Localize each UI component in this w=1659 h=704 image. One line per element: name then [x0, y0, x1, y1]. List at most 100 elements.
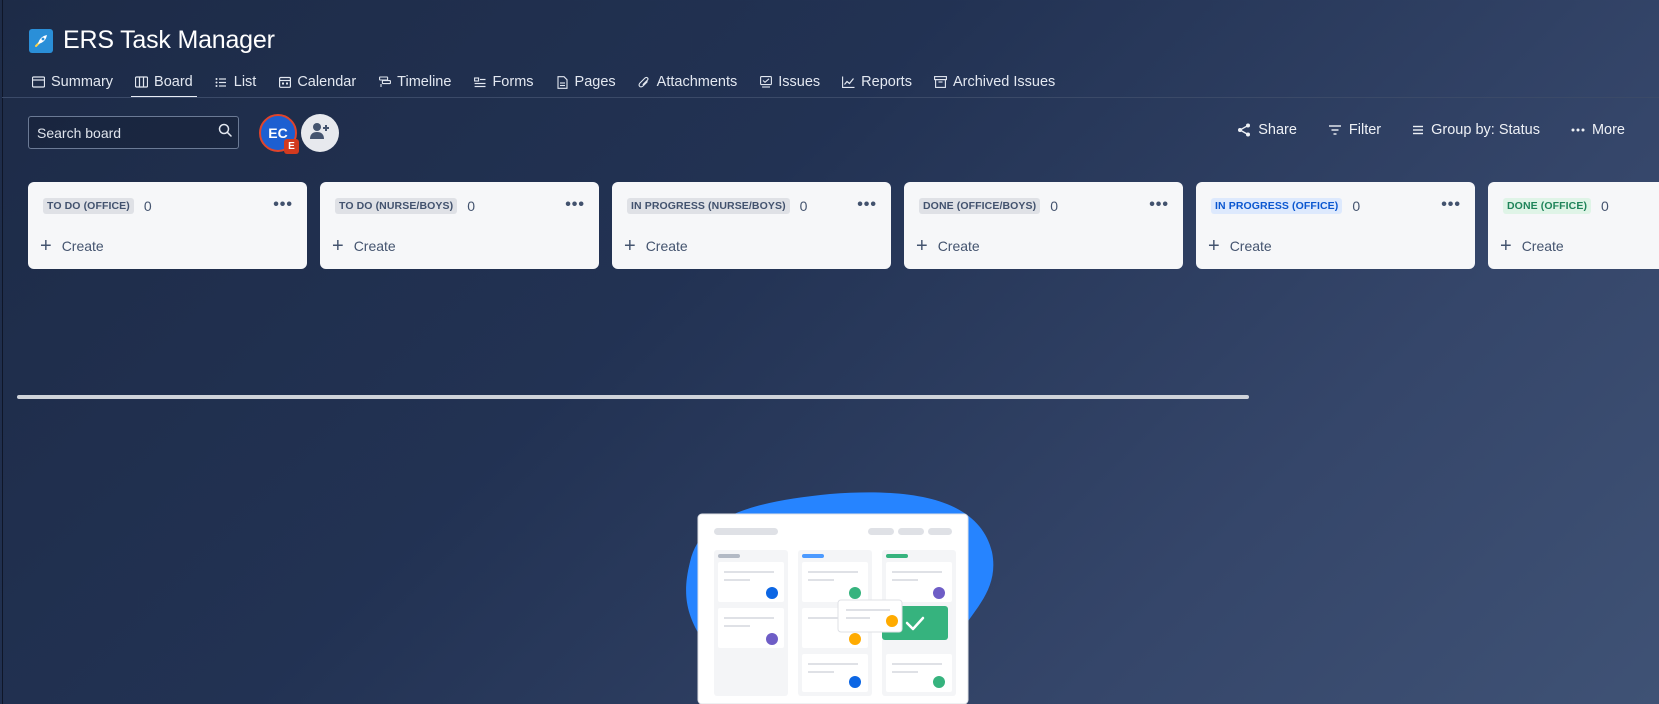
status-lozenge: IN PROGRESS (OFFICE) — [1211, 198, 1343, 214]
column-more-icon[interactable]: ••• — [1149, 196, 1169, 214]
create-label: Create — [1229, 238, 1272, 254]
create-issue-button[interactable]: + Create — [624, 235, 688, 257]
plus-icon: + — [916, 235, 928, 257]
plus-icon: + — [624, 235, 636, 257]
more-icon — [1571, 128, 1585, 132]
create-label: Create — [937, 238, 980, 254]
issues-icon — [759, 76, 772, 89]
status-lozenge: TO DO (NURSE/BOYS) — [335, 198, 458, 214]
list-icon — [215, 76, 228, 89]
more-button[interactable]: More — [1571, 122, 1625, 138]
board-column[interactable]: TO DO (OFFICE) 0 ••• + Create — [28, 182, 307, 269]
column-count: 0 — [1352, 198, 1361, 214]
search-box[interactable] — [28, 116, 239, 149]
tab-label: Summary — [51, 74, 114, 90]
tab-label: List — [233, 74, 257, 90]
tab-summary[interactable]: Summary — [32, 70, 113, 94]
tab-label: Reports — [861, 74, 912, 90]
tab-board[interactable]: Board — [131, 70, 197, 98]
create-issue-button[interactable]: + Create — [916, 235, 980, 257]
board-column[interactable]: DONE (OFFICE/BOYS) 0 ••• + Create — [904, 182, 1183, 269]
column-count: 0 — [467, 198, 475, 214]
column-count: 0 — [143, 198, 152, 214]
pages-icon — [556, 75, 569, 89]
board-icon — [135, 76, 149, 89]
share-label: Share — [1258, 122, 1297, 138]
project-title[interactable]: ERS Task Manager — [63, 26, 275, 55]
create-issue-button[interactable]: + Create — [332, 235, 396, 257]
column-header: DONE (OFFICE) 0 — [1503, 198, 1609, 214]
tab-label: Issues — [778, 74, 821, 90]
avatar-badge: E — [284, 139, 299, 154]
column-more-icon[interactable]: ••• — [565, 196, 585, 214]
filter-button[interactable]: Filter — [1328, 122, 1381, 138]
share-button[interactable]: Share — [1237, 122, 1297, 138]
column-more-icon[interactable]: ••• — [857, 196, 877, 214]
tab-archived-issues[interactable]: Archived Issues — [934, 70, 1055, 94]
group-by-icon — [1412, 124, 1424, 136]
archive-icon — [934, 76, 947, 89]
column-more-icon[interactable]: ••• — [273, 196, 293, 214]
tab-label: Forms — [492, 74, 534, 90]
reports-icon — [842, 76, 855, 89]
rocket-icon — [29, 28, 53, 53]
forms-icon — [473, 76, 486, 89]
horizontal-scrollbar[interactable] — [17, 395, 1249, 399]
search-icon[interactable] — [218, 123, 232, 142]
tab-label: Calendar — [297, 74, 357, 90]
board-toolbar: Share Filter Group by: Status More — [1206, 122, 1625, 138]
status-lozenge: IN PROGRESS (NURSE/BOYS) — [627, 198, 790, 214]
board-column[interactable]: IN PROGRESS (OFFICE) 0 ••• + Create — [1196, 182, 1475, 269]
add-person-icon — [309, 121, 331, 146]
project-header: ERS Task Manager — [29, 26, 275, 55]
attachment-icon — [638, 76, 651, 89]
tab-forms[interactable]: Forms — [473, 70, 534, 94]
create-label: Create — [1521, 238, 1564, 254]
tab-timeline[interactable]: Timeline — [378, 70, 451, 94]
column-header: IN PROGRESS (OFFICE) 0 — [1211, 198, 1360, 214]
column-more-icon[interactable]: ••• — [1441, 196, 1461, 214]
status-lozenge: TO DO (OFFICE) — [43, 198, 134, 214]
calendar-icon — [278, 76, 291, 89]
tab-pages[interactable]: Pages — [556, 70, 616, 94]
plus-icon: + — [1500, 235, 1512, 257]
status-lozenge: DONE (OFFICE) — [1503, 198, 1592, 214]
tab-label: Attachments — [656, 74, 738, 90]
plus-icon: + — [332, 235, 344, 257]
group-by-label: Group by: Status — [1431, 122, 1540, 138]
add-people-button[interactable] — [301, 114, 339, 152]
summary-icon — [32, 76, 45, 89]
board-column[interactable]: TO DO (NURSE/BOYS) 0 ••• + Create — [320, 182, 599, 269]
column-header: TO DO (NURSE/BOYS) 0 — [335, 198, 475, 214]
tab-label: Archived Issues — [952, 74, 1056, 90]
column-count: 0 — [799, 198, 808, 214]
tab-calendar[interactable]: Calendar — [278, 70, 356, 94]
tabs-divider — [2, 97, 1659, 98]
plus-icon: + — [40, 235, 52, 257]
tab-attachments[interactable]: Attachments — [638, 70, 738, 94]
share-icon — [1237, 123, 1251, 137]
search-input[interactable] — [37, 124, 218, 141]
column-header: IN PROGRESS (NURSE/BOYS) 0 — [627, 198, 807, 214]
project-tabs: Summary Board List Calendar Timeline For… — [32, 70, 1077, 98]
board-columns: TO DO (OFFICE) 0 ••• + Create TO DO (NUR… — [28, 182, 1659, 269]
column-count: 0 — [1050, 198, 1059, 214]
filter-icon — [1328, 124, 1342, 136]
tab-reports[interactable]: Reports — [842, 70, 912, 94]
create-issue-button[interactable]: + Create — [40, 235, 104, 257]
column-count: 0 — [1601, 198, 1609, 214]
board-column[interactable]: DONE (OFFICE) 0 + Create — [1488, 182, 1659, 269]
create-issue-button[interactable]: + Create — [1208, 235, 1272, 257]
tab-label: Timeline — [397, 74, 452, 90]
board-column[interactable]: IN PROGRESS (NURSE/BOYS) 0 ••• + Create — [612, 182, 891, 269]
tab-list[interactable]: List — [215, 70, 257, 94]
avatar[interactable]: EC E — [259, 114, 299, 154]
group-by-button[interactable]: Group by: Status — [1412, 122, 1540, 138]
column-header: DONE (OFFICE/BOYS) 0 — [919, 198, 1058, 214]
create-label: Create — [645, 238, 688, 254]
timeline-icon — [378, 76, 391, 89]
create-issue-button[interactable]: + Create — [1500, 235, 1564, 257]
tab-label: Pages — [574, 74, 616, 90]
tab-issues[interactable]: Issues — [759, 70, 820, 94]
plus-icon: + — [1208, 235, 1220, 257]
